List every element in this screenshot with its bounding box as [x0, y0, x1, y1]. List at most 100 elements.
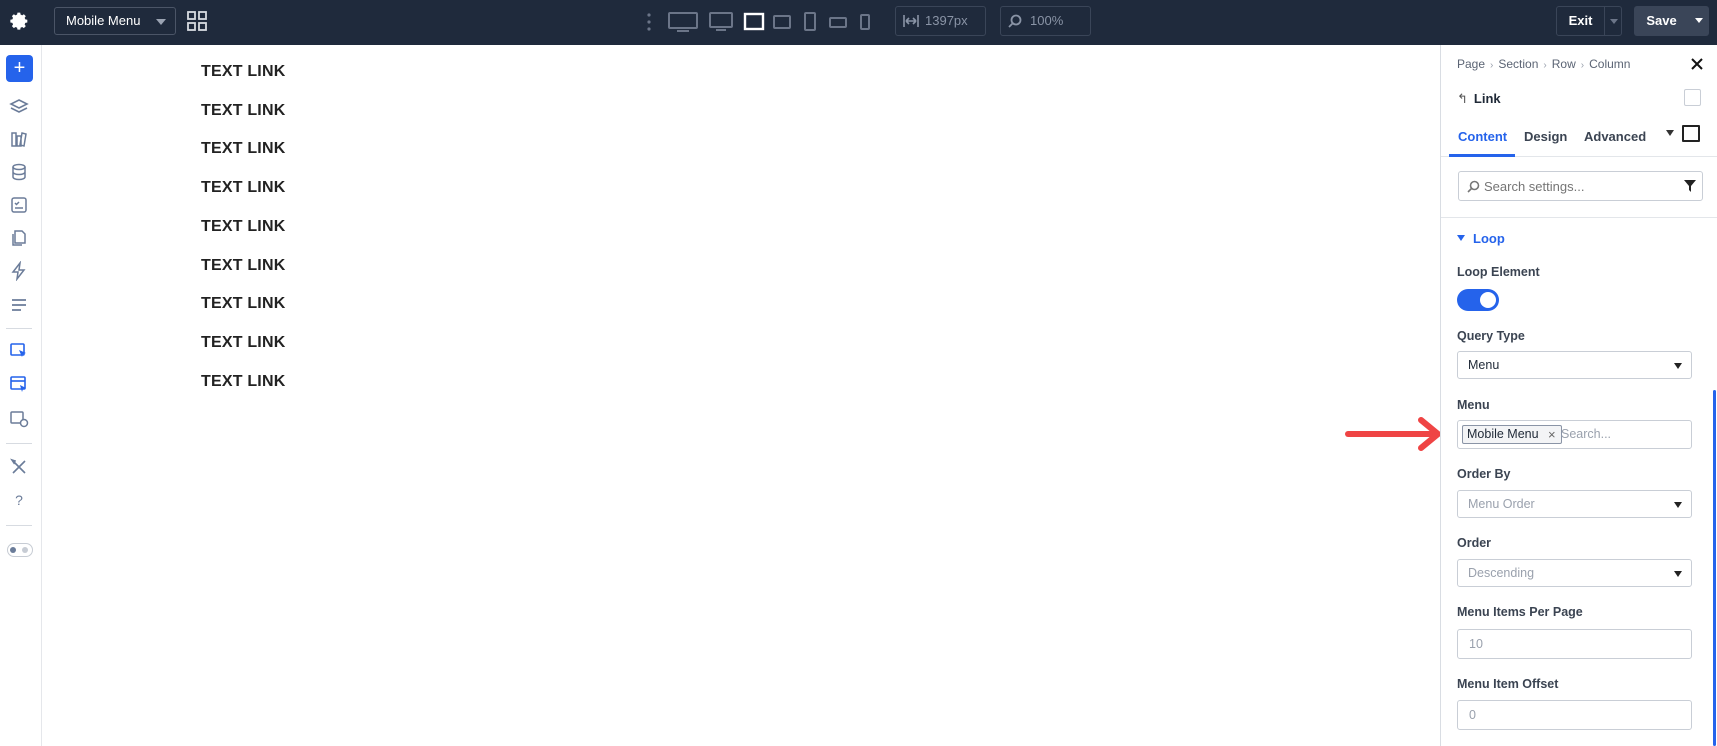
text-link[interactable]: TEXT LINK — [201, 373, 285, 391]
remove-tag-icon[interactable]: × — [1548, 426, 1556, 443]
theme-toggle[interactable] — [7, 543, 33, 557]
laptop-view-icon-active[interactable] — [743, 10, 765, 34]
save-label: Save — [1646, 13, 1677, 28]
order-label: Order — [1457, 536, 1492, 550]
breadcrumb-chevron-icon: › — [1543, 60, 1547, 71]
order-value: Descending — [1468, 566, 1535, 580]
preset-square-icon[interactable] — [1682, 125, 1700, 142]
search-input[interactable] — [1484, 177, 1664, 195]
settings-search[interactable] — [1458, 171, 1703, 201]
exit-label: Exit — [1568, 13, 1593, 28]
template-select-value: Mobile Menu — [66, 13, 141, 28]
top-toolbar: Mobile Menu 1397px 100% Exit Save — [0, 0, 1717, 45]
breadcrumb-column[interactable]: Column — [1589, 57, 1630, 71]
order-by-label: Order By — [1457, 467, 1511, 481]
grid-layout-icon[interactable] — [187, 11, 207, 31]
items-per-page-input[interactable]: 10 — [1457, 629, 1692, 659]
tab-advanced[interactable]: Advanced — [1584, 121, 1646, 153]
tabs-caret-icon[interactable] — [1666, 130, 1674, 136]
element-title-label: Link — [1473, 91, 1501, 106]
pages-icon[interactable] — [9, 228, 29, 248]
save-caret-icon[interactable] — [1695, 18, 1703, 23]
phone-portrait-icon[interactable] — [859, 10, 871, 34]
tab-content[interactable]: Content — [1458, 121, 1507, 153]
canvas-width-input[interactable]: 1397px — [895, 6, 986, 36]
panel-divider — [1441, 217, 1717, 218]
search-icon — [1467, 180, 1480, 193]
text-link[interactable]: TEXT LINK — [201, 140, 285, 158]
layers-icon[interactable] — [9, 97, 29, 117]
menu-search-placeholder[interactable]: Search... — [1561, 427, 1611, 441]
items-per-page-label: Menu Items Per Page — [1457, 605, 1583, 619]
database-icon[interactable] — [9, 162, 29, 182]
text-link[interactable]: TEXT LINK — [201, 295, 285, 313]
exit-caret-icon[interactable] — [1610, 19, 1618, 24]
template-select[interactable]: Mobile Menu — [54, 7, 176, 35]
zoom-magnifier-icon — [1008, 14, 1022, 28]
text-link[interactable]: TEXT LINK — [201, 218, 285, 236]
sidebar-divider — [6, 328, 32, 329]
breadcrumb: Page › Section › Row › Column — [1457, 57, 1630, 71]
order-by-select[interactable]: Menu Order — [1457, 490, 1692, 518]
tab-design[interactable]: Design — [1524, 121, 1567, 153]
settings-gear-icon[interactable] — [9, 11, 31, 33]
caret-down-icon — [1457, 235, 1465, 241]
width-arrows-icon — [903, 15, 919, 27]
filter-icon[interactable] — [1684, 180, 1696, 192]
list-icon[interactable] — [9, 295, 29, 315]
template-settings-icon[interactable] — [9, 409, 29, 429]
back-arrow-icon[interactable]: ↰ — [1457, 91, 1468, 106]
zoom-input[interactable]: 100% — [1000, 6, 1091, 36]
phone-landscape-icon[interactable] — [829, 10, 847, 34]
more-vertical-icon[interactable] — [645, 12, 653, 32]
breadcrumb-section[interactable]: Section — [1498, 57, 1538, 71]
exit-button[interactable]: Exit — [1556, 6, 1622, 36]
order-select[interactable]: Descending — [1457, 559, 1692, 587]
breadcrumb-page[interactable]: Page — [1457, 57, 1485, 71]
menu-tag-input[interactable]: Mobile Menu × Search... — [1457, 420, 1692, 449]
builder-canvas[interactable]: TEXT LINK TEXT LINK TEXT LINK TEXT LINK … — [43, 45, 1440, 746]
settings-panel: Page › Section › Row › Column ↰ Link Content De… — [1440, 45, 1717, 746]
loop-section-header[interactable]: Loop — [1457, 231, 1505, 246]
tablet-portrait-icon[interactable] — [803, 10, 817, 34]
loop-section-title: Loop — [1473, 231, 1505, 246]
close-icon[interactable] — [1690, 57, 1704, 71]
chevron-down-icon — [156, 19, 166, 25]
sidebar-divider — [6, 525, 32, 526]
text-link[interactable]: TEXT LINK — [201, 179, 285, 197]
forms-icon[interactable] — [9, 195, 29, 215]
text-link[interactable]: TEXT LINK — [201, 257, 285, 275]
save-button[interactable]: Save — [1634, 6, 1709, 36]
text-link[interactable]: TEXT LINK — [201, 334, 285, 352]
help-icon[interactable]: ? — [9, 490, 29, 510]
library-icon[interactable] — [9, 129, 29, 149]
tablet-landscape-icon[interactable] — [773, 10, 791, 34]
panel-options-button[interactable] — [1684, 89, 1701, 106]
item-offset-input[interactable]: 0 — [1457, 700, 1692, 730]
theme-builder-icon[interactable] — [9, 375, 29, 395]
toggle-dot-icon — [10, 547, 16, 553]
loop-element-label: Loop Element — [1457, 265, 1540, 279]
breadcrumb-chevron-icon: › — [1490, 60, 1494, 71]
query-type-select[interactable]: Menu — [1457, 351, 1692, 379]
text-link[interactable]: TEXT LINK — [201, 102, 285, 120]
left-sidebar: + ? — [0, 45, 42, 746]
desktop-view-icon[interactable] — [709, 10, 733, 34]
query-type-label: Query Type — [1457, 329, 1525, 343]
element-title: ↰ Link — [1457, 91, 1501, 107]
chevron-down-icon — [1674, 571, 1682, 577]
chevron-down-icon — [1674, 363, 1682, 369]
order-by-value: Menu Order — [1468, 497, 1535, 511]
add-element-button[interactable]: + — [6, 55, 33, 82]
lightning-icon[interactable] — [9, 261, 29, 281]
panel-scrollbar[interactable] — [1713, 390, 1716, 746]
text-link[interactable]: TEXT LINK — [201, 63, 285, 81]
tools-icon[interactable] — [9, 457, 29, 477]
zoom-value: 100% — [1030, 13, 1064, 28]
menu-tag-label: Mobile Menu — [1467, 427, 1539, 441]
loop-element-toggle[interactable] — [1457, 289, 1499, 311]
loop-builder-icon[interactable] — [9, 342, 29, 362]
breadcrumb-row[interactable]: Row — [1552, 57, 1576, 71]
widescreen-view-icon[interactable] — [668, 10, 698, 34]
annotation-arrow-icon — [1345, 417, 1441, 451]
